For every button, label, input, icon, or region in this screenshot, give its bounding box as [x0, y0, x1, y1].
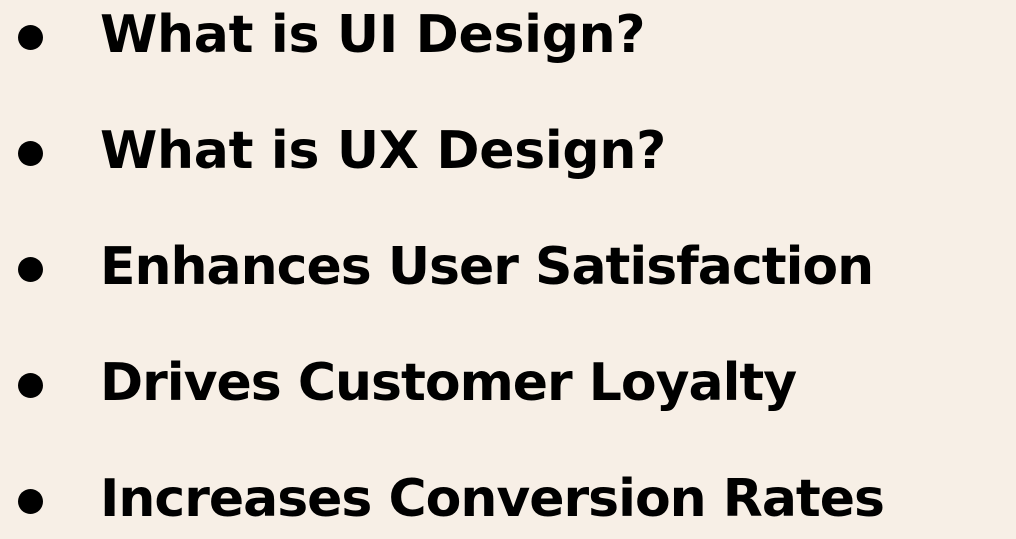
- bullet-dot-icon: [18, 25, 43, 50]
- list-item-label: Drives Customer Loyalty: [100, 353, 797, 413]
- bullet-list: What is UI Design? What is UX Design? En…: [0, 0, 1016, 529]
- list-item: Increases Conversion Rates: [0, 459, 1016, 539]
- list-item: Drives Customer Loyalty: [0, 343, 1016, 423]
- list-item: What is UI Design?: [0, 0, 1016, 75]
- list-item: Enhances User Satisfaction: [0, 227, 1016, 307]
- bullet-dot-icon: [18, 489, 43, 514]
- bullet-dot-icon: [18, 141, 43, 166]
- list-item: What is UX Design?: [0, 111, 1016, 191]
- bullet-dot-icon: [18, 373, 43, 398]
- list-item-label: What is UI Design?: [100, 5, 646, 65]
- list-item-label: What is UX Design?: [100, 121, 666, 181]
- list-item-label: Increases Conversion Rates: [100, 469, 885, 529]
- list-item-label: Enhances User Satisfaction: [100, 237, 874, 297]
- bullet-dot-icon: [18, 257, 43, 282]
